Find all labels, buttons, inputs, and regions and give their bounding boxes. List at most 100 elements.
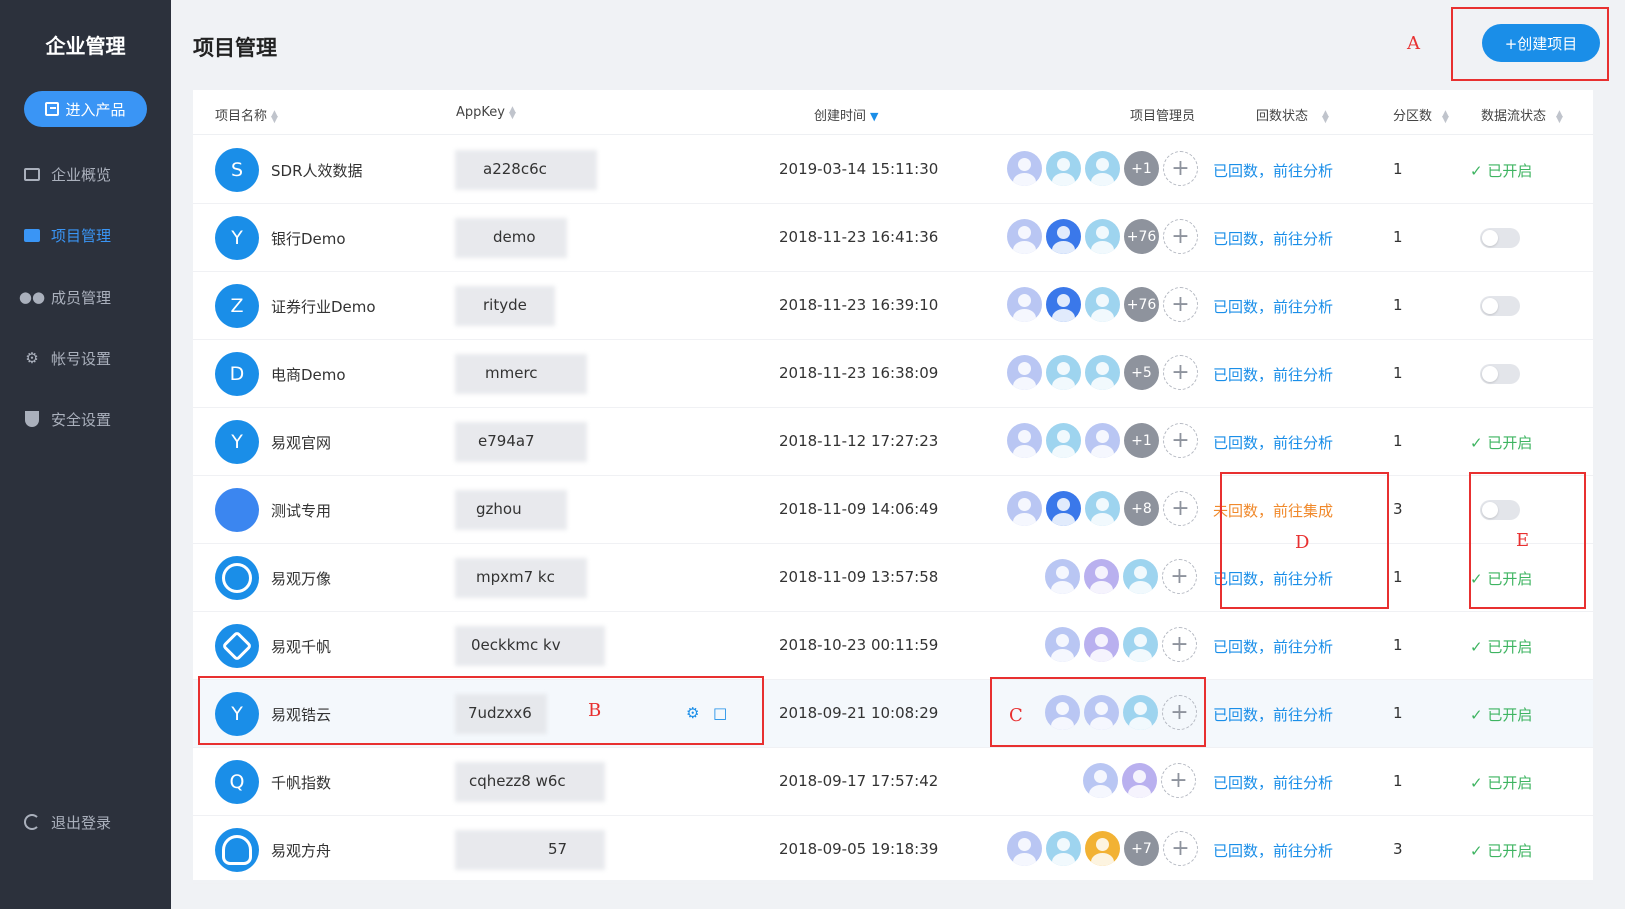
table-row[interactable]: Z 证券行业Demo ritydе 2018-11-23 16:39:10 +7…	[193, 272, 1593, 340]
status-link[interactable]: 已回数，前往分析	[1213, 364, 1333, 385]
admin-avatar[interactable]	[1085, 423, 1120, 458]
admin-avatar[interactable]	[1046, 287, 1081, 322]
admin-avatar[interactable]	[1045, 627, 1080, 662]
add-admin-button[interactable]: +	[1163, 491, 1198, 526]
project-name[interactable]: 易观方舟	[271, 840, 331, 861]
column-header-name[interactable]: 项目名称 ▲ ▼	[215, 105, 278, 124]
admin-avatar[interactable]	[1007, 831, 1042, 866]
admin-avatar[interactable]	[1046, 355, 1081, 390]
admin-avatar[interactable]	[1085, 355, 1120, 390]
status-link[interactable]: 已回数，前往分析	[1213, 296, 1333, 317]
add-admin-button[interactable]: +	[1161, 763, 1196, 798]
admin-avatar[interactable]	[1046, 831, 1081, 866]
project-name[interactable]: 易观官网	[271, 432, 331, 453]
more-admins-badge[interactable]: +7	[1124, 831, 1159, 866]
created-time: 2018-09-17 17:57:42	[779, 772, 939, 790]
table-row[interactable]: Q 千帆指数 cqhezz8 w6c 2018-09-17 17:57:42 +…	[193, 748, 1593, 816]
admin-avatar[interactable]	[1045, 559, 1080, 594]
admin-avatar[interactable]	[1085, 491, 1120, 526]
appkey: 57	[548, 840, 568, 858]
project-name[interactable]: 电商Demo	[271, 364, 346, 385]
admin-avatar[interactable]	[1046, 151, 1081, 186]
project-name[interactable]: 测试专用	[271, 500, 331, 521]
more-admins-badge[interactable]: +1	[1124, 423, 1159, 458]
enter-product-button[interactable]: 进入产品	[24, 91, 147, 127]
add-admin-button[interactable]: +	[1163, 219, 1198, 254]
column-header-flow[interactable]: 数据流状态 ▲ ▼	[1481, 105, 1563, 124]
status-link[interactable]: 已回数，前往分析	[1213, 840, 1333, 861]
annotation-label-b: B	[588, 700, 602, 721]
project-name[interactable]: 易观万像	[271, 568, 331, 589]
column-header-created[interactable]: 创建时间 ▼	[814, 105, 878, 124]
table-row[interactable]: Y 易观官网 e794a7 2018-11-12 17:27:23 +1 + 已…	[193, 408, 1593, 476]
column-header-partitions[interactable]: 分区数 ▲ ▼	[1393, 105, 1449, 124]
admin-avatar[interactable]	[1122, 763, 1157, 798]
admin-avatar[interactable]	[1007, 151, 1042, 186]
partition-count: 3	[1393, 840, 1403, 858]
logout-button[interactable]: 退出登录	[0, 802, 171, 842]
admin-avatar[interactable]	[1046, 491, 1081, 526]
partition-count: 1	[1393, 364, 1403, 382]
admin-avatar[interactable]	[1083, 763, 1118, 798]
admin-list: +76 +	[1007, 287, 1198, 323]
more-admins-badge[interactable]: +76	[1124, 219, 1159, 254]
admin-avatar[interactable]	[1085, 831, 1120, 866]
table-row[interactable]: 易观方舟 57 2018-09-05 19:18:39 +7 + 已回数，前往分…	[193, 816, 1593, 884]
project-name[interactable]: 银行Demo	[271, 228, 346, 249]
add-admin-button[interactable]: +	[1163, 151, 1198, 186]
project-name[interactable]: 千帆指数	[271, 772, 331, 793]
table-row[interactable]: D 电商Demo mmerc 2018-11-23 16:38:09 +5 + …	[193, 340, 1593, 408]
add-admin-button[interactable]: +	[1163, 287, 1198, 322]
status-link[interactable]: 已回数，前往分析	[1213, 636, 1333, 657]
table-row[interactable]: Y 银行Demo demo 2018-11-23 16:41:36 +76 + …	[193, 204, 1593, 272]
admin-avatar[interactable]	[1123, 627, 1158, 662]
admin-avatar[interactable]	[1085, 151, 1120, 186]
add-admin-button[interactable]: +	[1163, 355, 1198, 390]
add-admin-button[interactable]: +	[1162, 559, 1197, 594]
add-admin-button[interactable]: +	[1163, 831, 1198, 866]
status-link[interactable]: 已回数，前往分析	[1213, 704, 1333, 725]
status-link[interactable]: 已回数，前往分析	[1213, 228, 1333, 249]
admin-avatar[interactable]	[1007, 355, 1042, 390]
flow-toggle[interactable]	[1480, 296, 1520, 316]
project-name[interactable]: 证券行业Demo	[271, 296, 376, 317]
admin-avatar[interactable]	[1007, 423, 1042, 458]
admin-avatar[interactable]	[1046, 423, 1081, 458]
project-name[interactable]: SDR人效数据	[271, 160, 363, 181]
admin-avatar[interactable]	[1084, 559, 1119, 594]
table-row[interactable]: S SDR人效数据 a228c6c 2019-03-14 15:11:30 +1…	[193, 136, 1593, 204]
admin-avatar[interactable]	[1085, 287, 1120, 322]
sidebar-item-projects[interactable]: 项目管理	[0, 215, 171, 255]
admin-avatar[interactable]	[1046, 219, 1081, 254]
sidebar-item-overview[interactable]: 企业概览	[0, 154, 171, 194]
status-link[interactable]: 已回数，前往分析	[1213, 432, 1333, 453]
add-admin-button[interactable]: +	[1163, 423, 1198, 458]
admin-avatar[interactable]	[1084, 627, 1119, 662]
more-admins-badge[interactable]: +5	[1124, 355, 1159, 390]
more-admins-badge[interactable]: +8	[1124, 491, 1159, 526]
flow-toggle[interactable]	[1480, 364, 1520, 384]
partition-count: 1	[1393, 772, 1403, 790]
more-admins-badge[interactable]: +76	[1124, 287, 1159, 322]
more-admins-badge[interactable]: +1	[1124, 151, 1159, 186]
flow-toggle[interactable]	[1480, 228, 1520, 248]
flow-status: ✓ 已开启	[1470, 842, 1533, 860]
admin-avatar[interactable]	[1085, 219, 1120, 254]
sidebar-item-members[interactable]: ●● 成员管理	[0, 277, 171, 317]
created-time: 2018-11-23 16:41:36	[779, 228, 939, 246]
sort-icon: ▲ ▼	[1322, 108, 1329, 125]
column-header-status[interactable]: 回数状态 ▲ ▼	[1256, 105, 1329, 124]
status-link[interactable]: 已回数，前往分析	[1213, 160, 1333, 181]
annotation-box-b	[198, 676, 764, 745]
admin-avatar[interactable]	[1007, 219, 1042, 254]
sidebar-item-account[interactable]: ⚙ 帐号设置	[0, 338, 171, 378]
add-admin-button[interactable]: +	[1162, 627, 1197, 662]
project-name[interactable]: 易观千帆	[271, 636, 331, 657]
admin-avatar[interactable]	[1007, 491, 1042, 526]
sidebar-item-security[interactable]: 安全设置	[0, 399, 171, 439]
admin-avatar[interactable]	[1123, 559, 1158, 594]
table-row[interactable]: 易观千帆 0eckkmc kv 2018-10-23 00:11:59 + 已回…	[193, 612, 1593, 680]
status-link[interactable]: 已回数，前往分析	[1213, 772, 1333, 793]
column-header-appkey[interactable]: AppKey ▲ ▼	[456, 105, 516, 120]
admin-avatar[interactable]	[1007, 287, 1042, 322]
